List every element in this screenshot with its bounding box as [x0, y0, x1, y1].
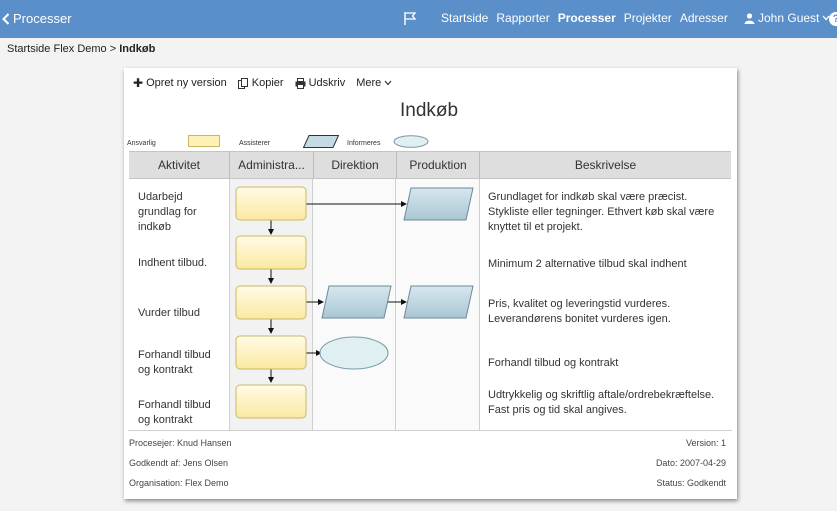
print-label: Udskriv — [308, 77, 346, 89]
printer-icon — [295, 77, 306, 89]
legend-informed-swatch — [393, 135, 429, 148]
status: Status: Godkendt — [656, 478, 726, 488]
back-button[interactable]: Processer — [2, 11, 72, 26]
user-name: John Guest — [758, 11, 820, 25]
user-icon — [744, 12, 755, 24]
responsible-shape[interactable] — [235, 186, 307, 221]
breadcrumb-flex-demo[interactable]: Flex Demo — [53, 43, 106, 55]
more-label: Mere — [356, 77, 382, 89]
legend-assists-swatch — [303, 135, 339, 148]
nav-processer[interactable]: Processer — [558, 11, 616, 25]
process-diagram — [235, 186, 474, 419]
date: Dato: 2007-04-29 — [655, 458, 726, 468]
new-version-label: Opret ny version — [146, 77, 227, 89]
breadcrumb-current: Indkøb — [119, 43, 156, 55]
back-label: Processer — [13, 11, 72, 26]
chevron-left-icon — [2, 12, 10, 25]
nav-rapporter[interactable]: Rapporter — [496, 11, 549, 25]
user-menu[interactable]: John Guest — [744, 11, 830, 25]
breadcrumb-startside[interactable]: Startside — [7, 43, 50, 55]
main-nav: Startside Rapporter Processer Projekter … — [441, 11, 728, 25]
footer-divider — [128, 430, 732, 431]
copy-icon — [237, 77, 248, 89]
responsible-shape[interactable] — [235, 235, 307, 270]
legend-assists-label: Assisterer — [239, 140, 271, 147]
column-header-produktion: Produktion — [409, 158, 467, 172]
top-navigation-bar: Processer Startside Rapporter Processer … — [0, 0, 837, 38]
responsible-shape[interactable] — [235, 285, 307, 320]
process-title: Indkøb — [400, 100, 459, 121]
nav-adresser[interactable]: Adresser — [680, 11, 728, 25]
column-header-direktion: Direktion — [331, 158, 379, 172]
column-header-administration: Administra... — [238, 158, 305, 172]
copy-label: Kopier — [251, 77, 284, 89]
column-header-description: Beskrivelse — [574, 158, 637, 172]
process-owner: Procesejer: Knud Hansen — [129, 438, 232, 448]
nav-startside[interactable]: Startside — [441, 11, 488, 25]
assists-shape[interactable] — [403, 285, 474, 319]
process-footer: Procesejer: Knud Hansen Godkendt af: Jen… — [124, 430, 737, 499]
table-header: Aktivitet Administra... Direktion Produk… — [129, 151, 731, 179]
responsible-shape[interactable] — [235, 335, 307, 370]
legend-responsible-swatch — [188, 135, 220, 147]
print-button[interactable]: Udskriv — [295, 76, 346, 90]
process-card: ✚ Opret ny version Kopier Udskriv Mere I… — [124, 68, 737, 499]
nav-projekter[interactable]: Projekter — [624, 11, 672, 25]
new-version-button[interactable]: ✚ Opret ny version — [133, 76, 227, 90]
copy-button[interactable]: Kopier — [237, 76, 284, 90]
plus-icon: ✚ — [133, 76, 144, 90]
informed-shape[interactable] — [319, 336, 389, 370]
breadcrumb: Startside Flex Demo > Indkøb — [7, 43, 155, 55]
responsible-shape[interactable] — [235, 384, 307, 419]
assists-shape[interactable] — [403, 187, 474, 221]
help-icon[interactable]: ? — [829, 12, 837, 26]
legend-informed-label: Informeres — [347, 140, 381, 147]
process-toolbar: ✚ Opret ny version Kopier Udskriv Mere — [133, 76, 392, 90]
organisation: Organisation: Flex Demo — [129, 478, 229, 488]
assists-shape[interactable] — [321, 285, 392, 319]
column-header-activity: Aktivitet — [157, 158, 200, 172]
version: Version: 1 — [685, 438, 726, 448]
legend-responsible-label: Ansvarlig — [127, 140, 156, 147]
flag-icon[interactable] — [403, 11, 418, 26]
more-menu[interactable]: Mere — [356, 76, 392, 90]
breadcrumb-separator: > — [109, 43, 117, 55]
approved-by: Godkendt af: Jens Olsen — [129, 458, 229, 468]
chevron-down-icon — [384, 80, 392, 86]
